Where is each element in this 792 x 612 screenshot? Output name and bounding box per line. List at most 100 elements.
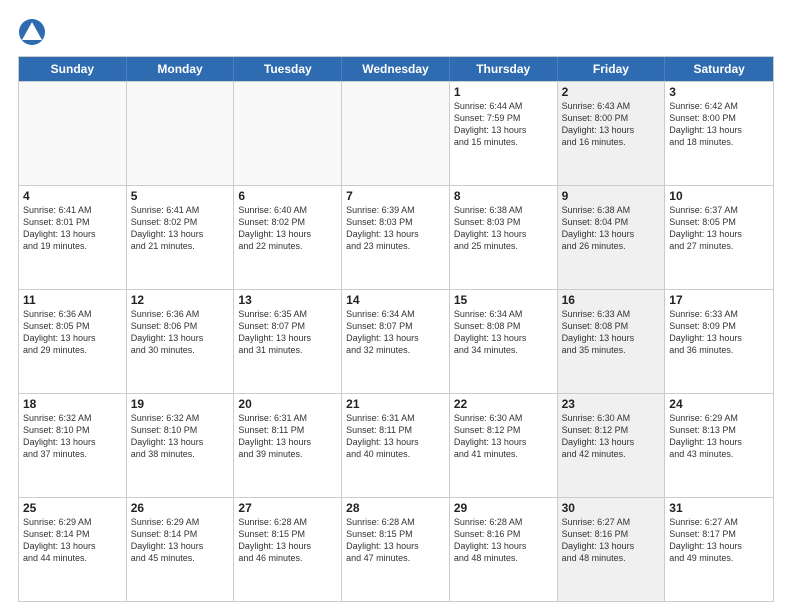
day-info: Sunrise: 6:44 AM Sunset: 7:59 PM Dayligh… [454, 100, 553, 149]
day-cell-7: 7Sunrise: 6:39 AM Sunset: 8:03 PM Daylig… [342, 186, 450, 289]
day-number: 26 [131, 501, 230, 515]
day-number: 23 [562, 397, 661, 411]
day-number: 8 [454, 189, 553, 203]
day-info: Sunrise: 6:34 AM Sunset: 8:08 PM Dayligh… [454, 308, 553, 357]
day-info: Sunrise: 6:31 AM Sunset: 8:11 PM Dayligh… [346, 412, 445, 461]
day-info: Sunrise: 6:43 AM Sunset: 8:00 PM Dayligh… [562, 100, 661, 149]
day-number: 6 [238, 189, 337, 203]
day-cell-4: 4Sunrise: 6:41 AM Sunset: 8:01 PM Daylig… [19, 186, 127, 289]
day-number: 17 [669, 293, 769, 307]
day-number: 16 [562, 293, 661, 307]
day-cell-25: 25Sunrise: 6:29 AM Sunset: 8:14 PM Dayli… [19, 498, 127, 601]
day-info: Sunrise: 6:33 AM Sunset: 8:08 PM Dayligh… [562, 308, 661, 357]
day-info: Sunrise: 6:27 AM Sunset: 8:17 PM Dayligh… [669, 516, 769, 565]
calendar-row-3: 11Sunrise: 6:36 AM Sunset: 8:05 PM Dayli… [19, 289, 773, 393]
day-number: 5 [131, 189, 230, 203]
day-info: Sunrise: 6:41 AM Sunset: 8:01 PM Dayligh… [23, 204, 122, 253]
day-info: Sunrise: 6:36 AM Sunset: 8:06 PM Dayligh… [131, 308, 230, 357]
day-cell-26: 26Sunrise: 6:29 AM Sunset: 8:14 PM Dayli… [127, 498, 235, 601]
day-info: Sunrise: 6:34 AM Sunset: 8:07 PM Dayligh… [346, 308, 445, 357]
day-info: Sunrise: 6:42 AM Sunset: 8:00 PM Dayligh… [669, 100, 769, 149]
day-cell-30: 30Sunrise: 6:27 AM Sunset: 8:16 PM Dayli… [558, 498, 666, 601]
weekday-header-saturday: Saturday [665, 57, 773, 81]
empty-cell-0-1 [127, 82, 235, 185]
day-info: Sunrise: 6:40 AM Sunset: 8:02 PM Dayligh… [238, 204, 337, 253]
calendar-body: 1Sunrise: 6:44 AM Sunset: 7:59 PM Daylig… [19, 81, 773, 601]
day-cell-21: 21Sunrise: 6:31 AM Sunset: 8:11 PM Dayli… [342, 394, 450, 497]
day-info: Sunrise: 6:30 AM Sunset: 8:12 PM Dayligh… [454, 412, 553, 461]
day-cell-14: 14Sunrise: 6:34 AM Sunset: 8:07 PM Dayli… [342, 290, 450, 393]
header [18, 18, 774, 46]
day-info: Sunrise: 6:36 AM Sunset: 8:05 PM Dayligh… [23, 308, 122, 357]
day-cell-9: 9Sunrise: 6:38 AM Sunset: 8:04 PM Daylig… [558, 186, 666, 289]
day-number: 18 [23, 397, 122, 411]
day-info: Sunrise: 6:38 AM Sunset: 8:04 PM Dayligh… [562, 204, 661, 253]
weekday-header-tuesday: Tuesday [234, 57, 342, 81]
day-cell-18: 18Sunrise: 6:32 AM Sunset: 8:10 PM Dayli… [19, 394, 127, 497]
day-info: Sunrise: 6:29 AM Sunset: 8:14 PM Dayligh… [131, 516, 230, 565]
day-cell-29: 29Sunrise: 6:28 AM Sunset: 8:16 PM Dayli… [450, 498, 558, 601]
day-cell-13: 13Sunrise: 6:35 AM Sunset: 8:07 PM Dayli… [234, 290, 342, 393]
day-number: 24 [669, 397, 769, 411]
day-number: 13 [238, 293, 337, 307]
day-number: 25 [23, 501, 122, 515]
day-cell-11: 11Sunrise: 6:36 AM Sunset: 8:05 PM Dayli… [19, 290, 127, 393]
day-cell-8: 8Sunrise: 6:38 AM Sunset: 8:03 PM Daylig… [450, 186, 558, 289]
day-info: Sunrise: 6:28 AM Sunset: 8:15 PM Dayligh… [346, 516, 445, 565]
weekday-header-wednesday: Wednesday [342, 57, 450, 81]
day-info: Sunrise: 6:28 AM Sunset: 8:15 PM Dayligh… [238, 516, 337, 565]
day-info: Sunrise: 6:37 AM Sunset: 8:05 PM Dayligh… [669, 204, 769, 253]
day-info: Sunrise: 6:29 AM Sunset: 8:13 PM Dayligh… [669, 412, 769, 461]
day-info: Sunrise: 6:30 AM Sunset: 8:12 PM Dayligh… [562, 412, 661, 461]
day-info: Sunrise: 6:27 AM Sunset: 8:16 PM Dayligh… [562, 516, 661, 565]
day-cell-3: 3Sunrise: 6:42 AM Sunset: 8:00 PM Daylig… [665, 82, 773, 185]
logo-icon [18, 18, 46, 46]
day-number: 14 [346, 293, 445, 307]
day-number: 11 [23, 293, 122, 307]
weekday-header-friday: Friday [558, 57, 666, 81]
day-cell-5: 5Sunrise: 6:41 AM Sunset: 8:02 PM Daylig… [127, 186, 235, 289]
day-number: 22 [454, 397, 553, 411]
day-info: Sunrise: 6:29 AM Sunset: 8:14 PM Dayligh… [23, 516, 122, 565]
calendar-header: SundayMondayTuesdayWednesdayThursdayFrid… [19, 57, 773, 81]
day-number: 1 [454, 85, 553, 99]
day-info: Sunrise: 6:32 AM Sunset: 8:10 PM Dayligh… [131, 412, 230, 461]
day-number: 4 [23, 189, 122, 203]
day-number: 27 [238, 501, 337, 515]
day-cell-15: 15Sunrise: 6:34 AM Sunset: 8:08 PM Dayli… [450, 290, 558, 393]
day-number: 15 [454, 293, 553, 307]
day-number: 10 [669, 189, 769, 203]
calendar-row-5: 25Sunrise: 6:29 AM Sunset: 8:14 PM Dayli… [19, 497, 773, 601]
logo [18, 18, 50, 46]
calendar-row-4: 18Sunrise: 6:32 AM Sunset: 8:10 PM Dayli… [19, 393, 773, 497]
empty-cell-0-3 [342, 82, 450, 185]
day-number: 2 [562, 85, 661, 99]
day-info: Sunrise: 6:38 AM Sunset: 8:03 PM Dayligh… [454, 204, 553, 253]
day-number: 19 [131, 397, 230, 411]
day-info: Sunrise: 6:31 AM Sunset: 8:11 PM Dayligh… [238, 412, 337, 461]
day-cell-28: 28Sunrise: 6:28 AM Sunset: 8:15 PM Dayli… [342, 498, 450, 601]
day-info: Sunrise: 6:41 AM Sunset: 8:02 PM Dayligh… [131, 204, 230, 253]
day-cell-20: 20Sunrise: 6:31 AM Sunset: 8:11 PM Dayli… [234, 394, 342, 497]
day-number: 7 [346, 189, 445, 203]
weekday-header-sunday: Sunday [19, 57, 127, 81]
day-info: Sunrise: 6:32 AM Sunset: 8:10 PM Dayligh… [23, 412, 122, 461]
weekday-header-monday: Monday [127, 57, 235, 81]
day-cell-12: 12Sunrise: 6:36 AM Sunset: 8:06 PM Dayli… [127, 290, 235, 393]
day-info: Sunrise: 6:35 AM Sunset: 8:07 PM Dayligh… [238, 308, 337, 357]
calendar: SundayMondayTuesdayWednesdayThursdayFrid… [18, 56, 774, 602]
day-number: 20 [238, 397, 337, 411]
day-cell-23: 23Sunrise: 6:30 AM Sunset: 8:12 PM Dayli… [558, 394, 666, 497]
day-number: 9 [562, 189, 661, 203]
day-cell-19: 19Sunrise: 6:32 AM Sunset: 8:10 PM Dayli… [127, 394, 235, 497]
day-number: 31 [669, 501, 769, 515]
empty-cell-0-2 [234, 82, 342, 185]
day-number: 12 [131, 293, 230, 307]
day-number: 29 [454, 501, 553, 515]
day-number: 21 [346, 397, 445, 411]
day-cell-31: 31Sunrise: 6:27 AM Sunset: 8:17 PM Dayli… [665, 498, 773, 601]
day-number: 3 [669, 85, 769, 99]
day-cell-6: 6Sunrise: 6:40 AM Sunset: 8:02 PM Daylig… [234, 186, 342, 289]
day-cell-16: 16Sunrise: 6:33 AM Sunset: 8:08 PM Dayli… [558, 290, 666, 393]
day-cell-22: 22Sunrise: 6:30 AM Sunset: 8:12 PM Dayli… [450, 394, 558, 497]
